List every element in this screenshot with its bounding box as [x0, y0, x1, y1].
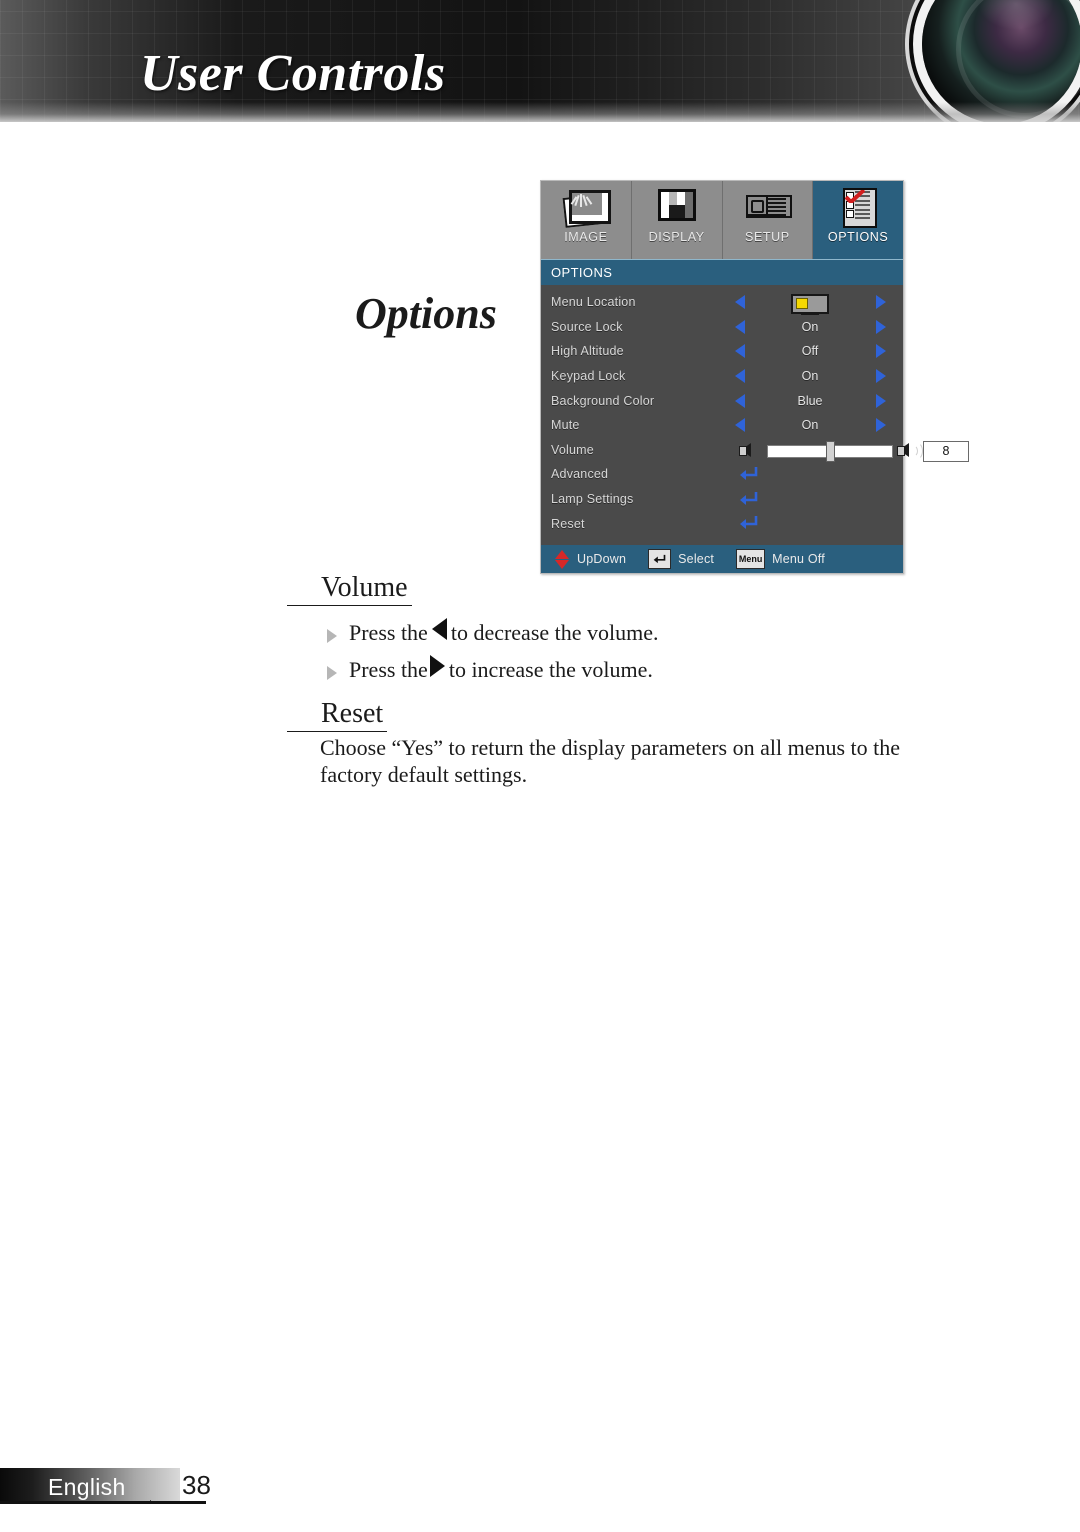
osd-tab-setup[interactable]: SETUP	[722, 181, 814, 259]
left-arrow-icon[interactable]	[735, 418, 745, 433]
left-arrow-icon[interactable]	[735, 369, 745, 384]
osd-row-background-color[interactable]: Background Color Blue	[541, 388, 903, 413]
volume-slider-thumb[interactable]	[826, 440, 835, 462]
osd-tab-image[interactable]: IMAGE	[541, 181, 632, 259]
display-icon	[654, 187, 700, 227]
osd-tab-label: IMAGE	[564, 230, 608, 244]
section-title: Options	[355, 289, 497, 338]
row-value: On	[801, 418, 819, 433]
right-arrow-icon[interactable]	[876, 319, 886, 334]
left-arrow-icon[interactable]	[735, 295, 745, 310]
row-label: High Altitude	[551, 344, 624, 359]
row-label: Lamp Settings	[551, 492, 634, 507]
osd-tab-label: DISPLAY	[648, 230, 705, 244]
speaker-low-icon	[739, 441, 756, 459]
row-label: Reset	[551, 516, 585, 531]
bullet-volume-decrease: Press the to decrease the volume.	[327, 618, 659, 646]
left-triangle-icon	[431, 618, 447, 640]
speaker-high-icon	[897, 441, 923, 460]
osd-section-header-label: OPTIONS	[551, 265, 613, 280]
right-arrow-icon[interactable]	[876, 344, 886, 359]
left-arrow-icon[interactable]	[735, 319, 745, 334]
bullet-text-after: to decrease the volume.	[450, 620, 659, 645]
reset-paragraph-line1: Choose “Yes” to return the display param…	[320, 735, 901, 760]
heading-reset: Reset	[287, 698, 388, 732]
left-arrow-icon[interactable]	[735, 393, 745, 408]
bullet-text-after: to increase the volume.	[448, 657, 653, 682]
bullet-text-before: Press the	[349, 657, 428, 682]
osd-row-volume[interactable]: Volume 8	[541, 438, 969, 463]
page-title: User Controls	[140, 45, 446, 102]
osd-hint-label: UpDown	[577, 552, 627, 566]
osd-section-header: OPTIONS	[541, 259, 903, 285]
row-label: Source Lock	[551, 319, 623, 334]
left-arrow-icon[interactable]	[735, 344, 745, 359]
row-value: On	[801, 319, 819, 334]
osd-row-menu-location[interactable]: Menu Location	[541, 290, 903, 315]
bullet-volume-increase: Press the to increase the volume.	[327, 655, 653, 683]
row-label: Menu Location	[551, 295, 636, 310]
osd-status-bar: UpDown Select Menu Menu Off	[541, 545, 903, 573]
osd-hint-label: Select	[678, 552, 715, 566]
heading-volume: Volume	[287, 572, 412, 606]
osd-tab-options[interactable]: OPTIONS	[813, 181, 903, 259]
osd-tab-display[interactable]: DISPLAY	[631, 181, 723, 259]
bullet-text-before: Press the	[349, 620, 428, 645]
footer-language-label: English	[48, 1474, 126, 1500]
osd-tab-label: SETUP	[745, 230, 790, 244]
footer-underline	[0, 1501, 206, 1504]
osd-row-reset[interactable]: Reset	[541, 511, 903, 536]
osd-row-lamp-settings[interactable]: Lamp Settings	[541, 487, 903, 512]
osd-row-advanced[interactable]: Advanced	[541, 462, 903, 487]
bullet-triangle-icon	[327, 666, 337, 680]
osd-tab-label: OPTIONS	[827, 230, 889, 244]
osd-hint-updown[interactable]: UpDown	[555, 549, 627, 569]
page-number: 38	[182, 1470, 211, 1500]
right-arrow-icon[interactable]	[876, 393, 886, 408]
osd-row-list: Menu Location Source Lock On High Altitu…	[541, 285, 969, 536]
osd-hint-label: Menu Off	[772, 552, 825, 566]
row-label: Advanced	[551, 467, 609, 482]
volume-value[interactable]: 8	[923, 440, 969, 462]
osd-row-high-altitude[interactable]: High Altitude Off	[541, 339, 903, 364]
row-label: Background Color	[551, 393, 655, 408]
osd-row-keypad-lock[interactable]: Keypad Lock On	[541, 364, 903, 389]
enter-arrow-icon[interactable]	[737, 490, 759, 508]
menu-location-icon	[791, 294, 829, 315]
osd-hint-select[interactable]: Select	[648, 549, 714, 569]
header-gradient-divider	[0, 102, 1080, 122]
osd-tab-bar: IMAGE DISPLAY SETUP OPTIONS	[541, 181, 903, 259]
osd-hint-menu-off[interactable]: Menu Menu Off	[736, 549, 825, 569]
reset-paragraph-line2: factory default settings.	[320, 762, 528, 787]
osd-row-source-lock[interactable]: Source Lock On	[541, 315, 903, 340]
updown-arrows-icon	[555, 549, 570, 569]
row-label: Keypad Lock	[551, 369, 626, 384]
options-icon	[835, 187, 881, 228]
image-icon	[562, 187, 611, 228]
red-check-icon	[845, 190, 866, 203]
enter-arrow-icon[interactable]	[737, 465, 759, 483]
osd-menu-panel: IMAGE DISPLAY SETUP OPTIONS OPTIONS Menu…	[540, 180, 969, 574]
row-value: Blue	[797, 393, 823, 408]
row-label: Mute	[551, 418, 580, 433]
row-label: Volume	[551, 442, 594, 457]
page-header: User Controls	[0, 0, 1080, 122]
right-arrow-icon[interactable]	[876, 418, 886, 433]
enter-arrow-icon[interactable]	[737, 514, 759, 532]
osd-row-mute[interactable]: Mute On	[541, 413, 903, 438]
enter-key-icon	[648, 549, 672, 569]
page-footer: English 38	[0, 1468, 230, 1504]
menu-key-icon: Menu	[736, 549, 766, 569]
right-arrow-icon[interactable]	[876, 295, 886, 310]
right-arrow-icon[interactable]	[876, 369, 886, 384]
setup-icon	[744, 187, 793, 227]
row-value: On	[801, 369, 819, 384]
bullet-triangle-icon	[327, 629, 337, 643]
right-triangle-icon	[429, 655, 445, 677]
row-value: Off	[801, 344, 819, 359]
